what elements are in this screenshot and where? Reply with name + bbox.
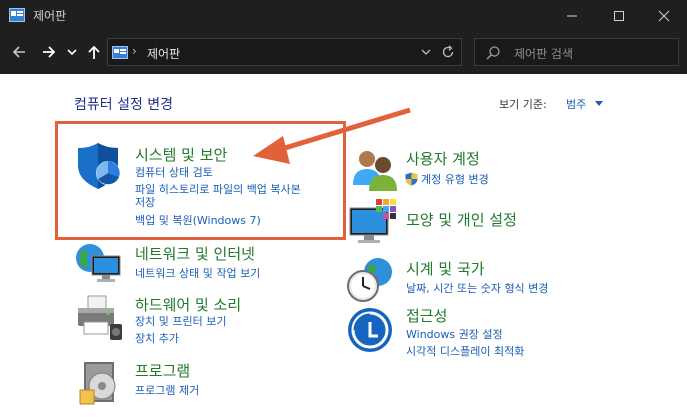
search-placeholder: 제어판 검색 [514,47,574,61]
link-file-history-backup[interactable]: 파일 히스토리로 파일의 백업 복사본 [135,183,301,196]
refresh-button[interactable] [438,43,458,61]
link-change-account-type[interactable]: 계정 유형 변경 [421,173,489,186]
control-panel-icon [9,8,25,22]
control-panel-icon [112,46,128,59]
chevron-down-icon [421,49,431,55]
category-title-ease-of-access[interactable]: 접근성 [406,305,447,326]
ease-of-access-icon[interactable] [346,306,396,354]
category-title-hardware-sound[interactable]: 하드웨어 및 소리 [135,294,241,315]
search-icon [486,46,500,60]
recent-locations-button[interactable] [64,39,80,65]
recent-chevron-icon [67,49,77,56]
back-arrow-icon [12,46,25,58]
title-bar: 제어판 [0,0,687,31]
link-devices-printers[interactable]: 장치 및 프린터 보기 [135,315,226,328]
appearance-icon[interactable] [348,198,398,246]
link-optimize-visual-display[interactable]: 시각적 디스플레이 최적화 [406,345,524,358]
close-icon [658,10,670,21]
category-title-user-accounts[interactable]: 사용자 계정 [406,148,480,169]
category-title-network-internet[interactable]: 네트워크 및 인터넷 [135,243,255,264]
uac-shield-icon [405,172,418,186]
search-box[interactable]: 제어판 검색 [474,38,679,66]
category-title-system-security[interactable]: 시스템 및 보안 [135,144,227,165]
link-network-status[interactable]: 네트워크 상태 및 작업 보기 [135,267,260,280]
maximize-icon [614,10,624,21]
network-icon[interactable] [74,240,124,288]
link-review-computer-status[interactable]: 컴퓨터 상태 검토 [135,166,213,179]
refresh-icon [442,45,454,58]
forward-button[interactable] [36,39,62,65]
window-title: 제어판 [33,9,67,23]
up-button[interactable] [82,39,106,65]
navigation-bar: › 제어판 제어판 검색 [0,31,687,74]
maximize-button[interactable] [596,0,642,31]
page-title: 컴퓨터 설정 변경 [74,97,174,113]
up-arrow-icon [88,45,100,59]
address-bar[interactable]: › 제어판 [107,38,462,66]
category-title-appearance[interactable]: 모양 및 개인 설정 [406,209,517,230]
back-button[interactable] [6,39,32,65]
view-by-caret-icon[interactable] [595,101,603,106]
category-title-clock-region[interactable]: 시계 및 국가 [406,258,485,279]
view-by-dropdown[interactable]: 범주 [566,96,586,112]
breadcrumb-separator[interactable]: › [132,44,137,58]
close-button[interactable] [641,0,687,31]
breadcrumb-control-panel[interactable]: 제어판 [147,45,180,62]
users-icon[interactable] [350,147,400,195]
view-by-label: 보기 기준: [499,98,547,111]
clock-globe-icon[interactable] [346,256,396,304]
minimize-button[interactable] [549,0,595,31]
link-file-history-backup-cont[interactable]: 저장 [135,196,155,209]
link-change-date-time-number-format[interactable]: 날짜, 시간 또는 숫자 형식 변경 [406,282,548,295]
minimize-icon [567,15,577,16]
shield-icon[interactable] [74,142,124,190]
link-uninstall-program[interactable]: 프로그램 제거 [135,384,199,397]
link-add-device[interactable]: 장치 추가 [135,332,179,345]
category-title-programs[interactable]: 프로그램 [135,360,190,381]
link-windows-recommended-settings[interactable]: Windows 권장 설정 [406,328,503,341]
address-dropdown-button[interactable] [417,43,435,61]
programs-icon[interactable] [76,358,126,406]
printer-icon[interactable] [74,294,124,342]
link-backup-restore[interactable]: 백업 및 복원(Windows 7) [135,214,261,227]
forward-arrow-icon [43,46,56,58]
